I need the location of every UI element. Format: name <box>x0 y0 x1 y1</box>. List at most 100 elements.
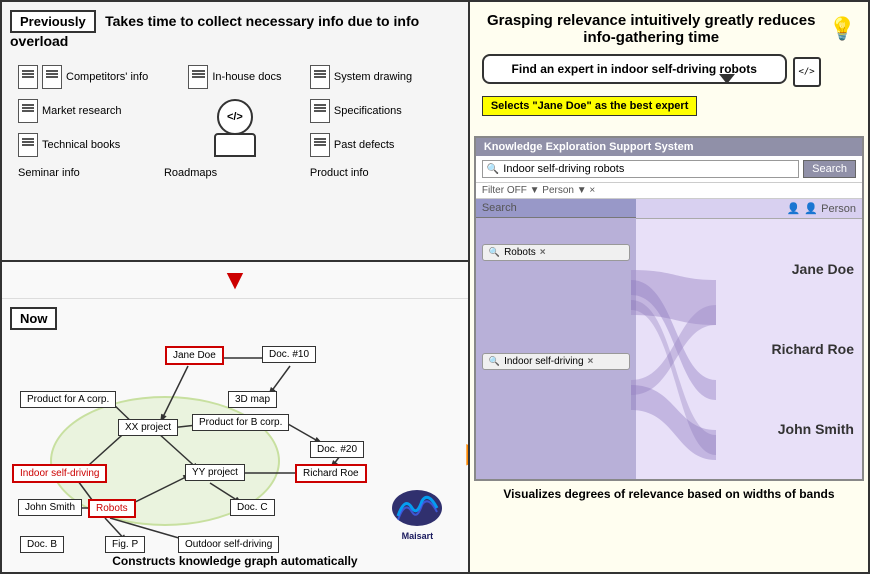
robots-chip-close[interactable]: × <box>540 247 546 258</box>
down-arrow-icon: ▼ <box>221 266 249 294</box>
doc-icon4 <box>310 65 330 89</box>
ks-filter-bar: Filter OFF ▼ Person ▼ × <box>476 183 862 199</box>
seminar-label: Seminar info <box>18 167 80 179</box>
indoor-chip-label: Indoor self-driving <box>504 356 583 367</box>
product-label: Product info <box>310 167 369 179</box>
left-panel: Previously Takes time to collect necessa… <box>2 2 470 572</box>
doc-icon3 <box>188 65 208 89</box>
highlight-bar: Selects "Jane Doe" as the best expert <box>482 96 698 116</box>
right-panel: Grasping relevance intuitively greatly r… <box>470 2 868 572</box>
node-doc-b: Doc. B <box>20 536 64 553</box>
top-right-title: Grasping relevance intuitively greatly r… <box>482 12 821 46</box>
search-icon-chip1: 🔍 <box>489 247 500 258</box>
defects-label: Past defects <box>334 139 395 151</box>
info-inhouse: In-house docs <box>164 65 306 89</box>
doc-icon8 <box>310 133 330 157</box>
node-robots: Robots <box>88 499 136 518</box>
center-figure: </> <box>214 99 256 157</box>
robots-chip[interactable]: 🔍 Robots × <box>482 244 630 261</box>
sankey-container: Search 🔍 Robots × 🔍 <box>476 199 862 479</box>
info-product: Product info <box>310 167 452 179</box>
node-product-b: Product for B corp. <box>192 414 289 431</box>
doc-icon7 <box>18 133 38 157</box>
info-tech: Technical books <box>18 133 160 157</box>
bottom-right-caption: Visualizes degrees of relevance based on… <box>470 481 868 507</box>
person-body <box>214 133 256 157</box>
robots-chip-label: Robots <box>504 247 536 258</box>
sankey-right: 👤 👤 Person Jane Doe Richard Roe John Smi… <box>636 199 862 479</box>
market-label: Market research <box>42 105 121 117</box>
info-roadmaps: Roadmaps <box>164 167 306 179</box>
info-competitors: Competitors' info <box>18 65 160 89</box>
lightbulb-icon: 💡 <box>829 16 856 42</box>
node-indoor: Indoor self-driving <box>12 464 107 483</box>
person-head: </> <box>217 99 253 135</box>
node-yy: YY project <box>185 464 245 481</box>
speech-text: Find an expert in indoor self-driving ro… <box>512 62 757 76</box>
node-doc10: Doc. #10 <box>262 346 316 363</box>
sankey-left: Search 🔍 Robots × 🔍 <box>476 199 636 479</box>
down-arrow-container: ▼ <box>2 262 468 299</box>
node-product-a: Product for A corp. <box>20 391 116 408</box>
now-badge: Now <box>10 307 57 330</box>
info-market: Market research <box>18 99 160 123</box>
person-richard-roe: Richard Roe <box>644 341 854 357</box>
node-fig-p: Fig. P <box>105 536 145 553</box>
right-header-label: 👤 Person <box>804 202 856 215</box>
info-system: System drawing <box>310 65 452 89</box>
search-value: Indoor self-driving robots <box>503 163 624 175</box>
indoor-chip-area: 🔍 Indoor self-driving × <box>476 347 636 376</box>
node-doc-c: Doc. C <box>230 499 275 516</box>
node-outdoor: Outdoor self-driving <box>178 536 279 553</box>
node-john-smith: John Smith <box>18 499 82 516</box>
doc-icon <box>18 65 38 89</box>
tech-label: Technical books <box>42 139 120 151</box>
specs-label: Specifications <box>334 105 402 117</box>
filter-text: Filter OFF ▼ Person ▼ × <box>482 185 595 196</box>
sankey-left-header: Search <box>476 199 636 218</box>
orange-arrow-icon: ▶ <box>466 436 468 469</box>
system-label: System drawing <box>334 71 412 83</box>
info-specs: Specifications <box>310 99 452 123</box>
maisart-logo: Maisart <box>385 483 450 543</box>
center-person-area: </> <box>164 99 306 157</box>
node-jane-doe: Jane Doe <box>165 346 224 365</box>
top-right-section: Grasping relevance intuitively greatly r… <box>470 2 868 136</box>
doc-icon6 <box>310 99 330 123</box>
info-defects: Past defects <box>310 133 452 157</box>
node-doc20: Doc. #20 <box>310 441 364 458</box>
doc-icon5 <box>18 99 38 123</box>
robots-chip-area: 🔍 Robots × <box>476 238 636 267</box>
competitors-label: Competitors' info <box>66 71 148 83</box>
node-3dmap: 3D map <box>228 391 277 408</box>
speech-bubble: Find an expert in indoor self-driving ro… <box>482 54 787 84</box>
ks-header: Knowledge Exploration Support System <box>476 138 862 156</box>
previously-header: Previously Takes time to collect necessa… <box>10 10 460 49</box>
maisart-logo-svg <box>390 486 445 531</box>
ks-search-input[interactable]: 🔍 Indoor self-driving robots <box>482 160 799 178</box>
top-right-text: Grasping relevance intuitively greatly r… <box>482 12 821 126</box>
node-richard: Richard Roe <box>295 464 367 483</box>
node-xx: XX project <box>118 419 178 436</box>
search-icon-chip2: 🔍 <box>489 356 500 367</box>
person-john-smith: John Smith <box>644 421 854 437</box>
search-button[interactable]: Search <box>803 160 856 178</box>
doc-icon2 <box>42 65 62 89</box>
highlight-row: Selects "Jane Doe" as the best expert <box>482 96 821 122</box>
person-icon-header: 👤 <box>787 202 801 215</box>
indoor-chip[interactable]: 🔍 Indoor self-driving × <box>482 353 630 370</box>
person-names-list: Jane Doe Richard Roe John Smith <box>636 219 862 479</box>
bottom-left-section: Now <box>2 299 468 572</box>
speech-row: Find an expert in indoor self-driving ro… <box>482 54 821 90</box>
previously-badge: Previously <box>10 10 96 33</box>
roadmaps-label: Roadmaps <box>164 167 217 179</box>
top-right-row: Grasping relevance intuitively greatly r… <box>482 12 856 126</box>
person-jane-doe: Jane Doe <box>644 261 854 277</box>
search-icon-small: 🔍 <box>487 164 499 175</box>
inhouse-label: In-house docs <box>212 71 281 83</box>
main-container: Previously Takes time to collect necessa… <box>0 0 870 574</box>
graph-area: Jane Doe Doc. #10 Product for A corp. 3D… <box>10 336 460 543</box>
indoor-chip-close[interactable]: × <box>588 356 594 367</box>
ks-search-bar: 🔍 Indoor self-driving robots Search <box>476 156 862 183</box>
maisart-label: Maisart <box>402 531 434 541</box>
